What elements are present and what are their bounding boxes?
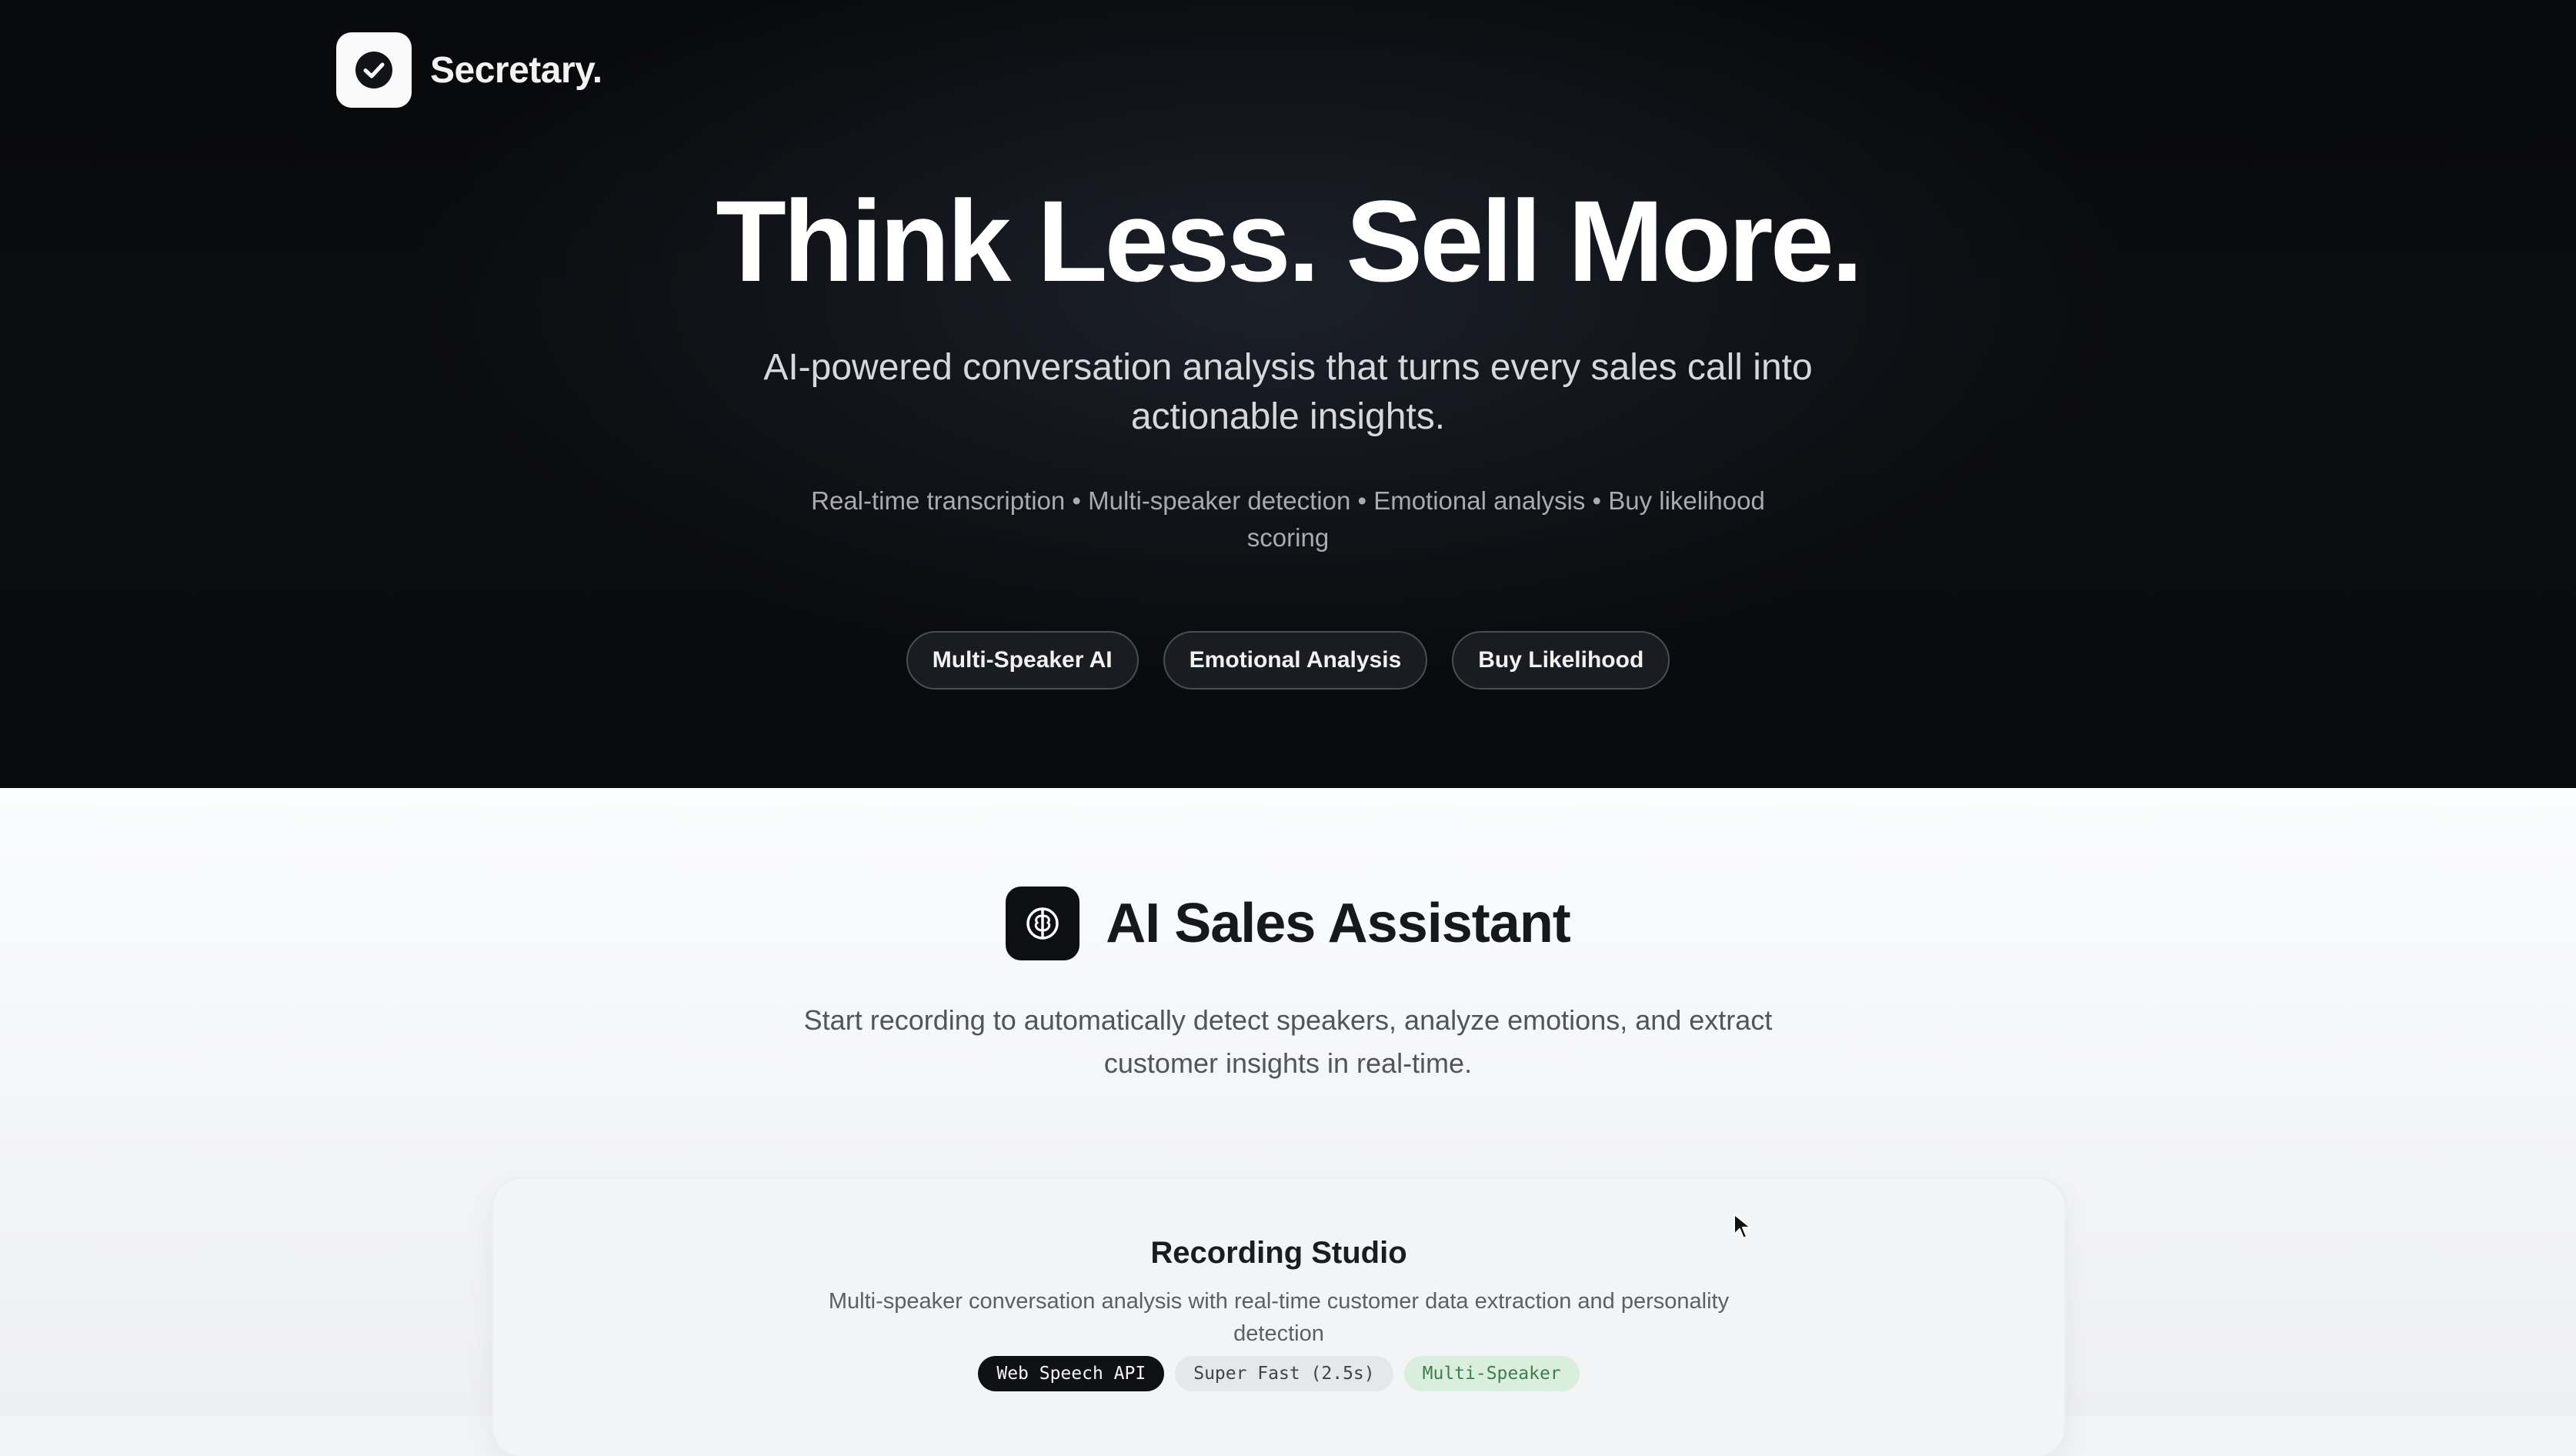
brand-name: Secretary. — [430, 49, 602, 91]
pill-buy-likelihood[interactable]: Buy Likelihood — [1452, 631, 1670, 690]
section-description: Start recording to automatically detect … — [803, 1004, 1773, 1079]
mouse-pointer-icon — [1733, 1213, 1753, 1241]
tag-web-speech-api: Web Speech API — [978, 1356, 1165, 1391]
hero-feature-list: Real-time transcription • Multi-speaker … — [811, 486, 1765, 552]
section-title: AI Sales Assistant — [1106, 893, 1571, 954]
studio-title: Recording Studio — [1150, 1236, 1407, 1270]
studio-description: Multi-speaker conversation analysis with… — [828, 1289, 1730, 1346]
pill-multi-speaker-ai[interactable]: Multi-Speaker AI — [906, 631, 1139, 690]
assistant-section: AI Sales Assistant Start recording to au… — [0, 788, 2576, 1456]
brand-logo[interactable]: Secretary. — [336, 32, 602, 108]
hero-section: Secretary. Think Less. Sell More. AI-pow… — [0, 0, 2576, 788]
tag-multi-speaker: Multi-Speaker — [1403, 1356, 1580, 1391]
brain-icon — [1006, 887, 1080, 960]
hero-title: Think Less. Sell More. — [716, 176, 1863, 306]
hero-subtitle: AI-powered conversation analysis that tu… — [763, 347, 1813, 437]
tag-super-fast: Super Fast (2.5s) — [1175, 1356, 1393, 1391]
check-circle-icon — [336, 32, 412, 108]
recording-studio-card: Recording Studio Multi-speaker conversat… — [493, 1179, 2064, 1456]
studio-tag-row: Web Speech API Super Fast (2.5s) Multi-S… — [493, 1356, 2064, 1391]
section-heading: AI Sales Assistant — [0, 887, 2576, 960]
pill-emotional-analysis[interactable]: Emotional Analysis — [1163, 631, 1428, 690]
feature-pill-row: Multi-Speaker AI Emotional Analysis Buy … — [0, 631, 2576, 690]
